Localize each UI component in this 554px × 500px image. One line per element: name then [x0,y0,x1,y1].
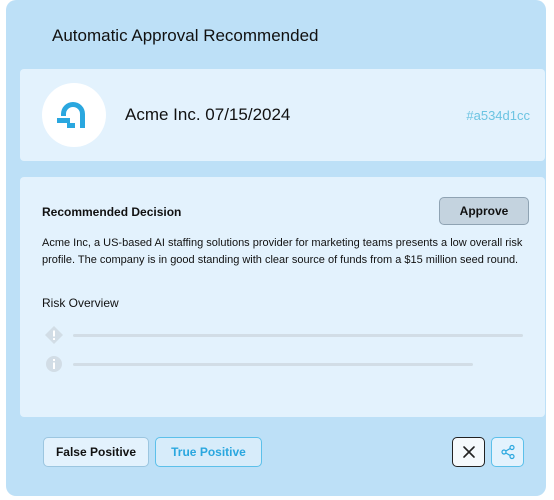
decision-summary: Acme Inc, a US-based AI staffing solutio… [42,237,523,266]
close-icon [462,446,475,458]
risk-overview-title: Risk Overview [42,296,119,310]
true-positive-button[interactable]: True Positive [155,437,262,467]
close-button[interactable] [452,437,485,467]
false-positive-button[interactable]: False Positive [43,437,149,467]
approval-card: Automatic Approval Recommended Acme Inc.… [6,0,546,496]
share-button[interactable] [491,437,524,467]
warning-diamond-icon [45,326,63,344]
decision-panel: Recommended Decision Approve Acme Inc, a… [20,177,545,417]
risk-level-bar [73,334,523,337]
company-logo [42,83,106,147]
share-icon [500,444,515,460]
company-panel: Acme Inc. 07/15/2024 #a534d1cc [20,69,545,161]
risk-item [42,354,482,374]
record-hash: #a534d1cc [466,108,530,123]
card-title: Automatic Approval Recommended [52,26,319,45]
risk-item [42,325,532,345]
decision-title: Recommended Decision [42,205,182,219]
approve-button[interactable]: Approve [439,197,529,225]
info-circle-icon [46,356,62,372]
company-name-date: Acme Inc. 07/15/2024 [125,105,291,124]
acme-logo-icon [57,102,85,128]
risk-level-bar [73,363,473,366]
